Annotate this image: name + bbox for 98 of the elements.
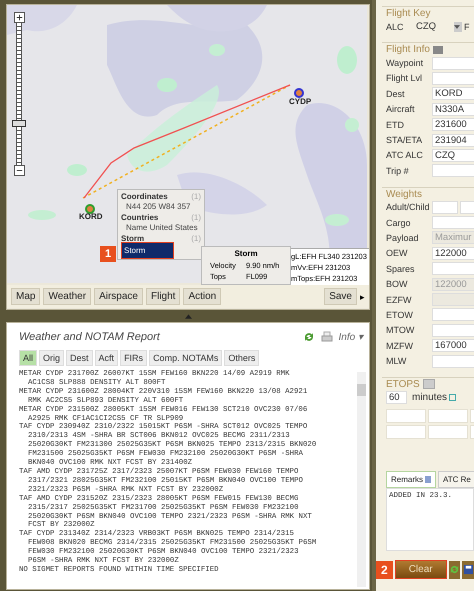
zoom-slider[interactable] bbox=[13, 12, 25, 176]
input-field[interactable]: N330A bbox=[432, 102, 474, 116]
info-icon[interactable] bbox=[449, 394, 456, 401]
airport-label: CYDP bbox=[289, 97, 312, 106]
field-label: Waypoint bbox=[386, 58, 424, 68]
section-heading: Weights bbox=[386, 188, 422, 200]
field-label: BOW bbox=[386, 279, 408, 290]
popup-heading: Countries bbox=[121, 213, 158, 222]
field-label: Flight Lvl bbox=[386, 73, 424, 84]
field-label: ALC bbox=[386, 22, 405, 32]
toolbar-button[interactable]: Action bbox=[183, 288, 222, 305]
field-label: OEW bbox=[386, 248, 408, 258]
filter-tab[interactable]: Acft bbox=[94, 350, 118, 366]
report-title: Weather and NOTAM Report bbox=[19, 331, 160, 343]
collapse-icon[interactable] bbox=[184, 314, 192, 318]
toolbar-button[interactable]: Flight bbox=[146, 288, 180, 305]
input-field[interactable] bbox=[386, 425, 426, 440]
field-label: Payload bbox=[386, 232, 420, 243]
section-heading: Flight Info bbox=[386, 44, 430, 56]
info-menu[interactable]: Info ▾ bbox=[338, 331, 363, 343]
field-label: Adult/Child bbox=[386, 202, 431, 212]
callout-badge: 2 bbox=[376, 560, 393, 579]
filter-tab[interactable]: FIRs bbox=[120, 350, 148, 366]
input-field[interactable]: KORD bbox=[432, 87, 474, 100]
unit-label: minutes bbox=[412, 392, 448, 403]
field-label: MTOW bbox=[386, 325, 416, 336]
refresh-button[interactable] bbox=[448, 560, 460, 579]
airport-label: KORD bbox=[79, 212, 103, 221]
field-label: MZFW bbox=[386, 340, 414, 351]
print-icon[interactable] bbox=[320, 331, 333, 343]
input-field[interactable] bbox=[432, 354, 474, 368]
input-field[interactable] bbox=[428, 425, 468, 440]
popup-count: (1) bbox=[191, 213, 201, 222]
remarks-tab[interactable]: ATC Re bbox=[438, 471, 474, 488]
input-field[interactable] bbox=[386, 409, 426, 424]
input-field[interactable]: 231904 bbox=[432, 134, 474, 147]
zoom-out-icon[interactable] bbox=[14, 165, 24, 176]
input-field[interactable] bbox=[432, 324, 474, 337]
filter-tab[interactable]: Comp. NOTAMs bbox=[149, 350, 222, 366]
refresh-icon[interactable] bbox=[302, 331, 315, 343]
popup-item[interactable]: Name United States bbox=[118, 222, 204, 233]
field-label: Spares bbox=[386, 264, 416, 274]
field-label: F bbox=[464, 22, 470, 32]
save-button[interactable]: Save bbox=[324, 288, 357, 305]
scrollbar[interactable] bbox=[357, 372, 366, 587]
filter-tab[interactable]: Dest bbox=[66, 350, 93, 366]
field-label: MLW bbox=[386, 356, 408, 366]
tooltip-title: Storm bbox=[233, 249, 259, 258]
toolbar-button[interactable]: Weather bbox=[43, 288, 92, 305]
dropdown-icon bbox=[454, 24, 460, 29]
collapse-button[interactable] bbox=[432, 46, 443, 54]
input-field[interactable] bbox=[432, 164, 474, 178]
refresh-icon bbox=[448, 564, 460, 576]
input-field[interactable] bbox=[432, 72, 474, 85]
section-heading: Flight Key bbox=[386, 8, 430, 19]
alc-dropdown[interactable]: CZQ bbox=[416, 20, 462, 34]
popup-count: (1) bbox=[191, 192, 201, 201]
filter-tab[interactable]: All bbox=[19, 350, 38, 366]
save-button[interactable] bbox=[462, 560, 474, 579]
field-label: EZFW bbox=[386, 294, 412, 305]
input-field[interactable]: 60 bbox=[386, 391, 407, 404]
popup-heading: Coordinates bbox=[121, 192, 168, 201]
filter-tab[interactable]: Others bbox=[224, 350, 260, 366]
field-label: Dest bbox=[386, 88, 406, 99]
input-field[interactable]: 122000 bbox=[432, 246, 474, 260]
input-field[interactable] bbox=[432, 262, 474, 276]
zoom-handle[interactable] bbox=[12, 120, 26, 127]
field-label: ETD bbox=[386, 120, 405, 130]
field-label: STA/ETA bbox=[386, 135, 424, 146]
callout-badge: 1 bbox=[100, 246, 116, 262]
input-field[interactable] bbox=[432, 216, 474, 230]
field-label: ETOW bbox=[386, 310, 414, 320]
popup-heading: Storm bbox=[121, 234, 144, 243]
input-field[interactable]: 231600 bbox=[432, 118, 474, 132]
filter-tab[interactable]: Orig bbox=[39, 350, 64, 366]
field-label: ATC ALC bbox=[386, 150, 424, 160]
popup-count: (1) bbox=[191, 234, 201, 243]
toolbar-button[interactable]: Airspace bbox=[94, 288, 143, 305]
field-label: Trip # bbox=[386, 166, 410, 176]
input-field[interactable] bbox=[432, 56, 474, 70]
field-label: Aircraft bbox=[386, 104, 416, 114]
input-field[interactable]: 167000 bbox=[432, 339, 474, 352]
input-field[interactable] bbox=[432, 308, 474, 322]
clear-button[interactable]: Clear bbox=[394, 560, 447, 580]
field-label: Cargo bbox=[386, 218, 412, 228]
input-field[interactable] bbox=[432, 200, 458, 214]
save-icon bbox=[462, 564, 474, 576]
note-icon bbox=[425, 476, 432, 484]
input-field[interactable] bbox=[428, 409, 468, 424]
popup-item[interactable]: N44 205 W84 357 bbox=[118, 201, 204, 212]
section-heading: ETOPS bbox=[386, 378, 420, 390]
toolbar-button[interactable]: Map bbox=[11, 288, 40, 305]
remarks-tab[interactable]: Remarks bbox=[386, 471, 436, 488]
expand-button[interactable] bbox=[422, 379, 435, 390]
popup-item[interactable]: Storm bbox=[122, 243, 173, 258]
more-arrow[interactable]: ▸ bbox=[360, 292, 365, 302]
zoom-in-icon[interactable] bbox=[14, 12, 24, 23]
input-field[interactable]: CZQ bbox=[432, 148, 474, 162]
